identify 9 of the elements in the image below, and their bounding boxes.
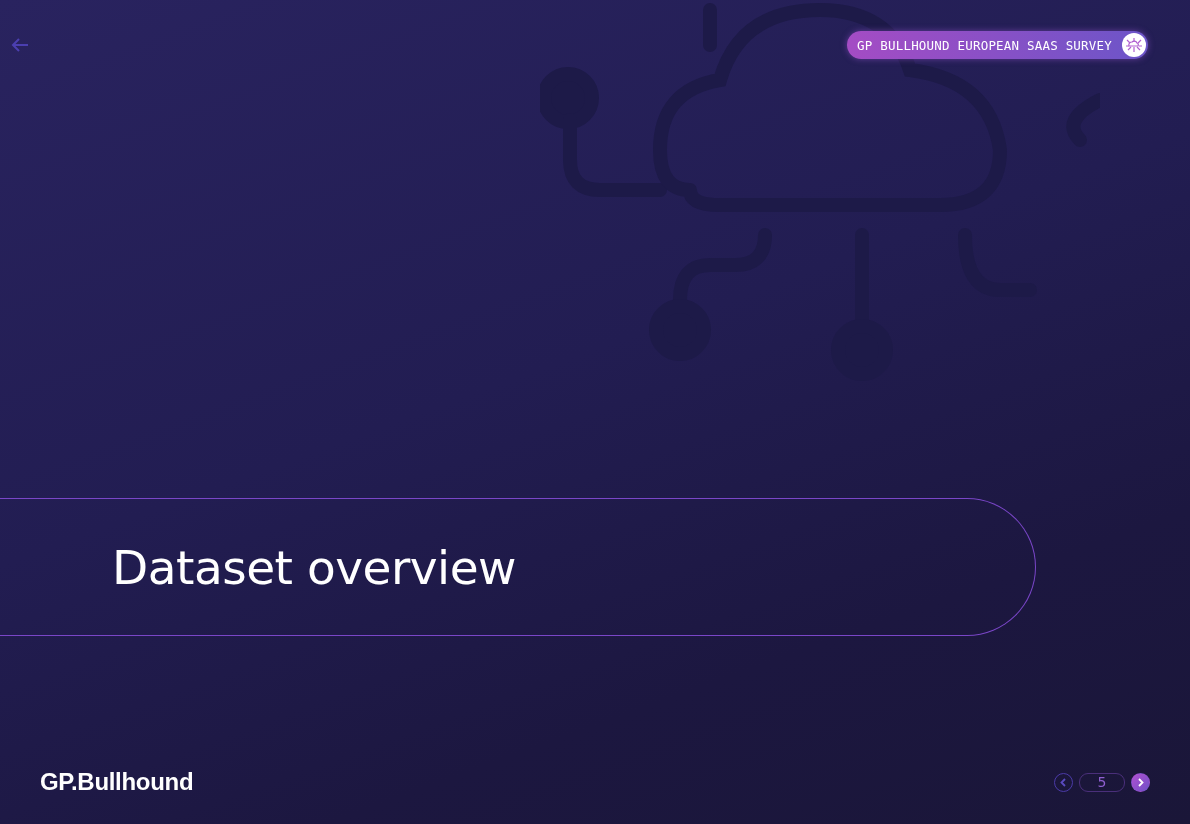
network-cloud-icon [1122, 33, 1146, 57]
section-title: Dataset overview [112, 539, 517, 595]
page-number: 5 [1079, 772, 1125, 792]
back-arrow-button[interactable] [10, 37, 30, 53]
next-page-button[interactable] [1131, 772, 1150, 792]
survey-badge: GP BULLHOUND EUROPEAN SAAS SURVEY [847, 31, 1148, 59]
company-logo: GP.Bullhound [40, 768, 194, 796]
chevron-left-icon [1059, 777, 1068, 787]
chevron-right-icon [1136, 777, 1145, 787]
